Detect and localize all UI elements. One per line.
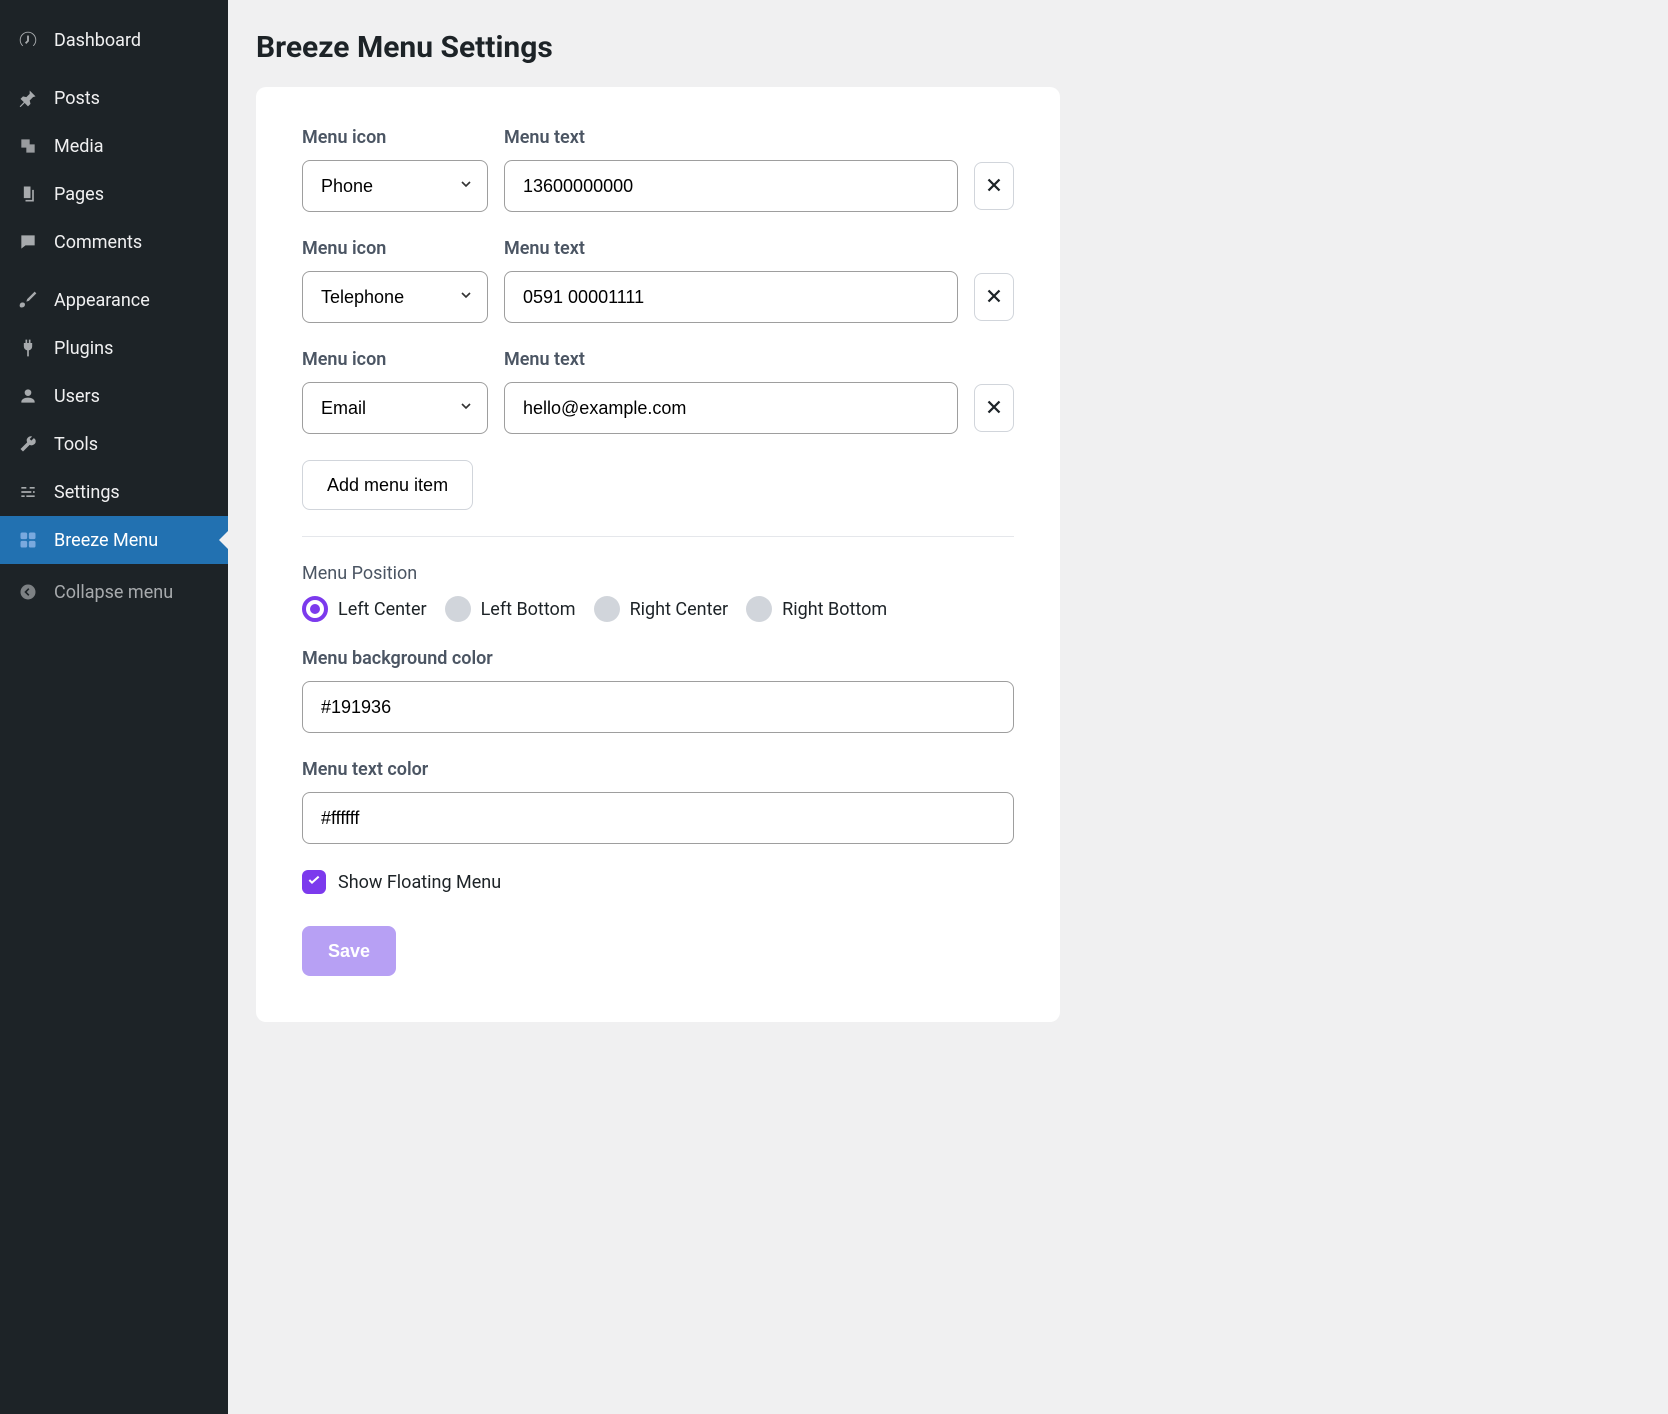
close-icon [983,174,1005,199]
remove-item-button[interactable] [974,273,1014,321]
radio-right-center[interactable]: Right Center [594,596,729,622]
sidebar-item-media[interactable]: Media [0,122,228,170]
menu-icon-select[interactable]: Telephone [302,271,488,323]
close-icon [983,396,1005,421]
pin-icon [16,86,40,110]
add-menu-item-button[interactable]: Add menu item [302,460,473,510]
radio-icon [302,596,328,622]
main-content: Breeze Menu Settings Menu icon Phone Men… [228,0,1668,1414]
menu-item-row: Menu icon Email Menu text [302,349,1014,434]
sidebar-item-label: Comments [54,232,142,253]
sidebar-item-label: Posts [54,88,100,109]
bg-color-label: Menu background color [302,648,1014,669]
sidebar-item-label: Settings [54,482,120,503]
media-icon [16,134,40,158]
sidebar-item-dashboard[interactable]: Dashboard [0,16,228,64]
sidebar-item-label: Dashboard [54,30,141,51]
radio-icon [594,596,620,622]
remove-item-button[interactable] [974,384,1014,432]
sidebar-item-users[interactable]: Users [0,372,228,420]
menu-text-label: Menu text [504,238,958,259]
radio-label: Left Center [338,599,427,620]
sliders-icon [16,480,40,504]
collapse-menu-label: Collapse menu [54,582,173,603]
menu-text-label: Menu text [504,349,958,370]
menu-icon-select[interactable]: Phone [302,160,488,212]
menu-position-radios: Left Center Left Bottom Right Center Rig… [302,596,1014,622]
sidebar-item-breeze-menu[interactable]: Breeze Menu [0,516,228,564]
check-icon [306,872,322,893]
menu-icon-label: Menu icon [302,127,488,148]
sidebar-item-settings[interactable]: Settings [0,468,228,516]
sidebar-item-appearance[interactable]: Appearance [0,276,228,324]
show-floating-label: Show Floating Menu [338,872,501,893]
menu-icon-label: Menu icon [302,238,488,259]
radio-left-bottom[interactable]: Left Bottom [445,596,576,622]
menu-text-input[interactable] [504,160,958,212]
divider [302,536,1014,537]
sidebar-item-posts[interactable]: Posts [0,74,228,122]
text-color-input[interactable] [302,792,1014,844]
settings-card: Menu icon Phone Menu text [256,87,1060,1022]
radio-label: Right Center [630,599,729,620]
wrench-icon [16,432,40,456]
sidebar-item-label: Tools [54,434,98,455]
close-icon [983,285,1005,310]
radio-right-bottom[interactable]: Right Bottom [746,596,887,622]
save-button[interactable]: Save [302,926,396,976]
radio-label: Left Bottom [481,599,576,620]
sidebar-item-label: Appearance [54,290,150,311]
show-floating-checkbox[interactable] [302,870,326,894]
grid-icon [16,528,40,552]
menu-position-label: Menu Position [302,563,1014,584]
plug-icon [16,336,40,360]
remove-item-button[interactable] [974,162,1014,210]
sidebar-item-tools[interactable]: Tools [0,420,228,468]
sidebar-item-label: Media [54,136,104,157]
pages-icon [16,182,40,206]
sidebar-item-pages[interactable]: Pages [0,170,228,218]
collapse-icon [16,580,40,604]
text-color-label: Menu text color [302,759,1014,780]
brush-icon [16,288,40,312]
collapse-menu-button[interactable]: Collapse menu [0,568,228,616]
menu-text-input[interactable] [504,271,958,323]
sidebar-item-label: Pages [54,184,104,205]
radio-icon [445,596,471,622]
dashboard-icon [16,28,40,52]
menu-text-label: Menu text [504,127,958,148]
radio-left-center[interactable]: Left Center [302,596,427,622]
menu-icon-select[interactable]: Email [302,382,488,434]
admin-sidebar: Dashboard Posts Media Pages Comments App… [0,0,228,1414]
menu-text-input[interactable] [504,382,958,434]
sidebar-item-label: Breeze Menu [54,530,158,551]
user-icon [16,384,40,408]
menu-item-row: Menu icon Telephone Menu text [302,238,1014,323]
sidebar-item-plugins[interactable]: Plugins [0,324,228,372]
comment-icon [16,230,40,254]
sidebar-item-label: Users [54,386,100,407]
sidebar-item-comments[interactable]: Comments [0,218,228,266]
sidebar-item-label: Plugins [54,338,113,359]
page-title: Breeze Menu Settings [256,30,1640,65]
bg-color-input[interactable] [302,681,1014,733]
menu-item-row: Menu icon Phone Menu text [302,127,1014,212]
radio-icon [746,596,772,622]
menu-icon-label: Menu icon [302,349,488,370]
radio-label: Right Bottom [782,599,887,620]
